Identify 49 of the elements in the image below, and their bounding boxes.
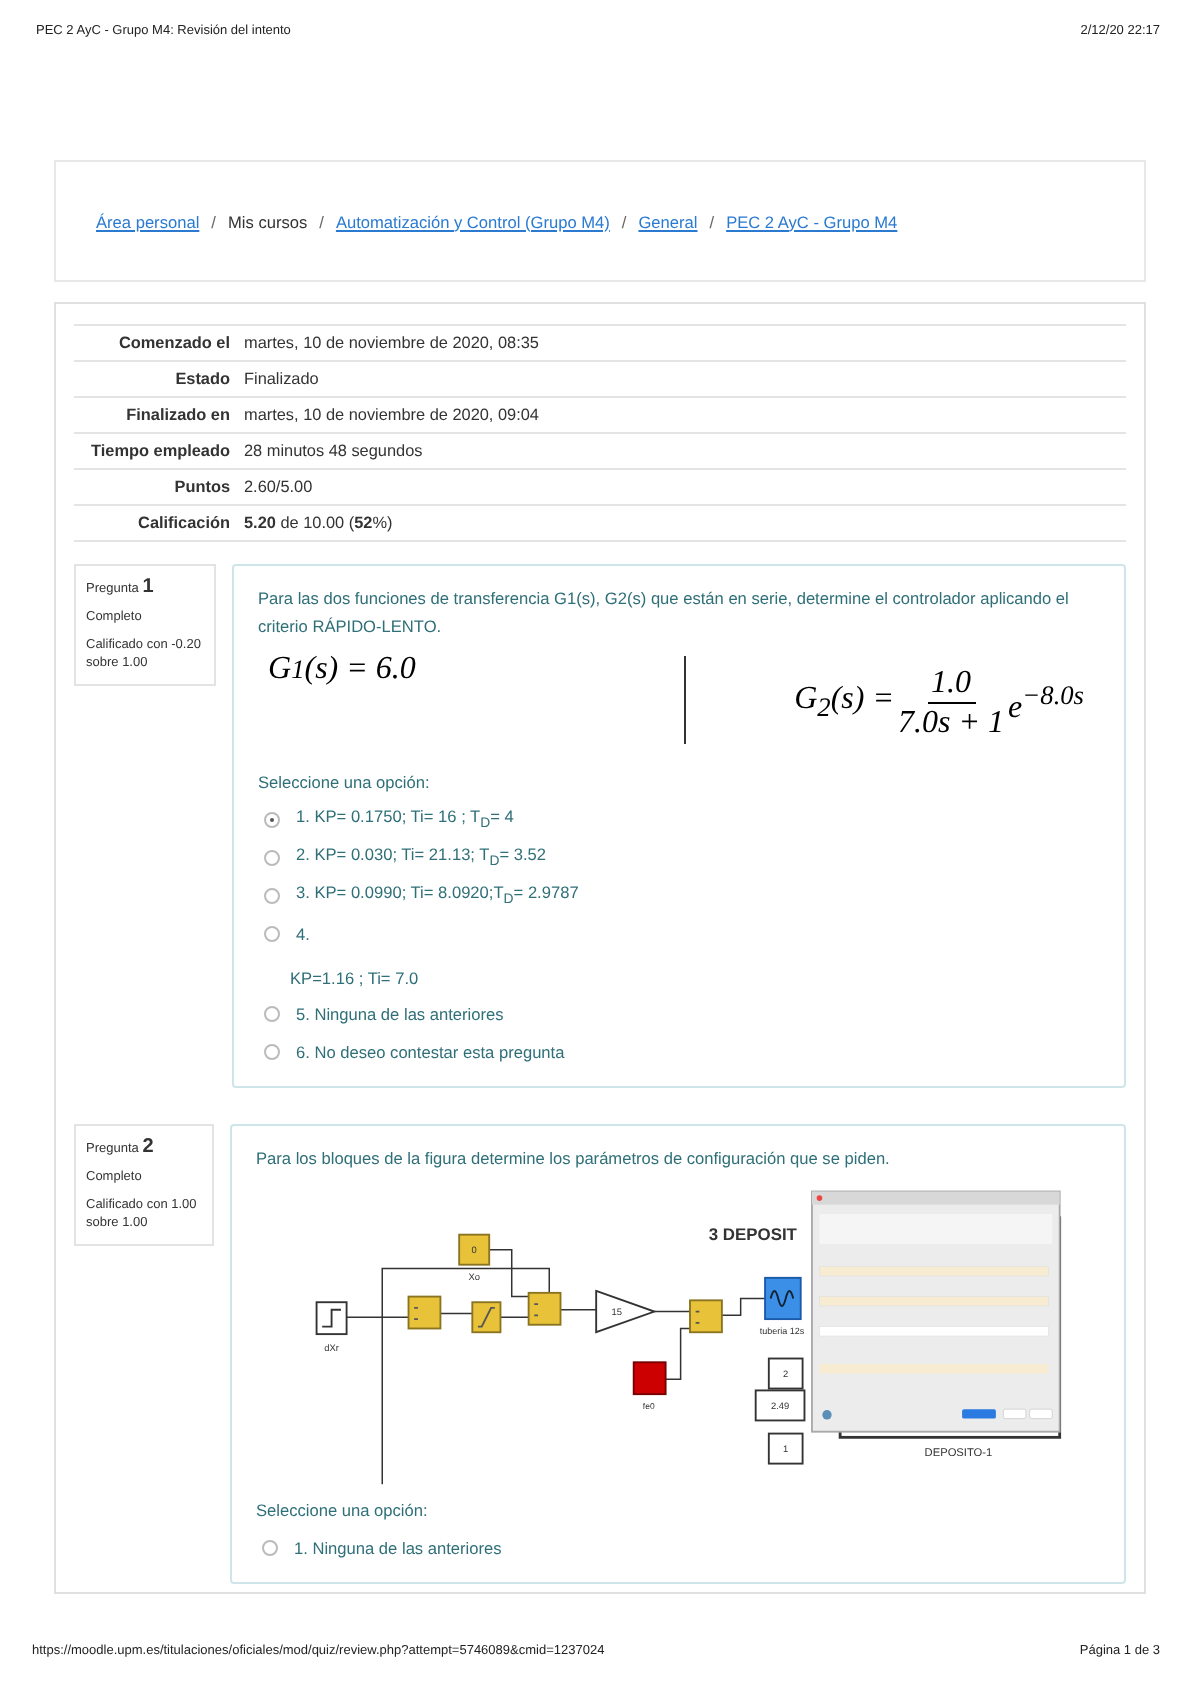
signal-line xyxy=(559,1309,597,1311)
sum-block xyxy=(527,1291,562,1326)
select-prompt: Seleccione una opción: xyxy=(258,772,432,792)
radio-button[interactable] xyxy=(262,1539,278,1555)
breadcrumb-link[interactable]: Automatización y Control (Grupo M4) xyxy=(335,211,610,231)
option-text: KP=1.16 ; Ti= 7.0 xyxy=(290,968,421,988)
summary-value: martes, 10 de noviembre de 2020, 09:04 xyxy=(242,396,1126,432)
summary-value: martes, 10 de noviembre de 2020, 08:35 xyxy=(242,324,1126,360)
summary-label: Tiempo empleado xyxy=(74,432,242,468)
breadcrumb-separator: / xyxy=(211,211,216,231)
summary-value: 5.20 de 10.00 (52%) xyxy=(242,504,1126,540)
signal-line xyxy=(721,1297,766,1317)
sum-block xyxy=(689,1299,723,1334)
breadcrumb-separator: / xyxy=(319,211,324,231)
option-label[interactable]: 1. Ninguna de las anteriores xyxy=(294,1537,502,1557)
breadcrumb-link[interactable]: PEC 2 AyC - Grupo M4 xyxy=(726,211,898,231)
radio-button[interactable] xyxy=(264,887,280,903)
option-label[interactable]: 3. KP= 0.0990; Ti= 8.0920;T$_{D}$= 2.9787 xyxy=(296,882,579,908)
radio-button[interactable] xyxy=(264,849,280,865)
breadcrumb-link[interactable]: Área personal xyxy=(96,211,200,231)
option-label[interactable]: 1. KP= 0.1750; Ti= 16 ; T$_{D}$= 4 xyxy=(296,806,514,832)
radio-button[interactable] xyxy=(264,1005,280,1021)
summary-value: 28 minutos 48 segundos xyxy=(242,432,1126,468)
summary-value: Finalizado xyxy=(242,360,1126,396)
breadcrumb-separator: / xyxy=(709,211,715,231)
sum-block xyxy=(407,1295,442,1330)
breadcrumb-item[interactable]: Mis cursos xyxy=(227,211,308,231)
signal-line xyxy=(664,1327,691,1380)
breadcrumb-link[interactable]: General xyxy=(638,211,698,231)
summary-label: Puntos xyxy=(74,468,242,504)
summary-value: 2.60/5.00 xyxy=(242,468,1126,504)
radio-button[interactable] xyxy=(264,1043,280,1059)
option-label[interactable]: 2. KP= 0.030; Ti= 21.13; T$_{D}$= 3.52 xyxy=(296,844,547,870)
summary-label: Comenzado el xyxy=(74,324,242,360)
signal-line xyxy=(653,1310,691,1313)
diagram-title: 3 DEPOSIT xyxy=(708,1224,797,1245)
saturation-block xyxy=(471,1301,502,1334)
summary-label: Calificación xyxy=(74,504,242,540)
option-label[interactable]: 5. Ninguna de las anteriores xyxy=(296,1003,504,1023)
option-label[interactable]: 4. xyxy=(296,923,310,943)
radio-button[interactable] xyxy=(264,925,280,941)
select-prompt: Seleccione una opción: xyxy=(256,1500,430,1520)
summary-label: Finalizado en xyxy=(74,396,242,432)
summary-label: Estado xyxy=(74,360,242,396)
radio-button[interactable] xyxy=(264,811,280,827)
question-text: Para las dos funciones de transferencia G1(s), G2(s) que están en serie, determine el controlador aplicando el criterio RÁPIDO-LENTO. xyxy=(258,586,1071,640)
option-label[interactable]: 6. No deseo contestar esta pregunta xyxy=(296,1041,565,1061)
breadcrumb-separator: / xyxy=(621,211,627,231)
question-text: Para los bloques de la figura determine los parámetros de configuración que se piden. xyxy=(256,1146,892,1172)
